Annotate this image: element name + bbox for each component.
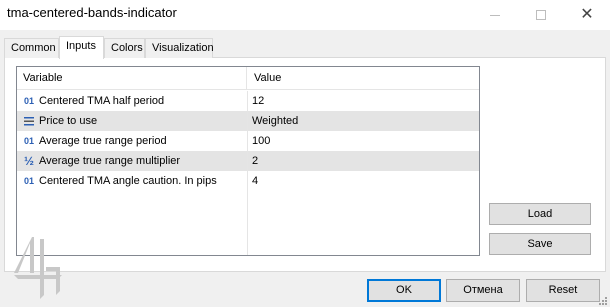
column-divider [247, 191, 248, 255]
variable-value[interactable]: 100 [252, 131, 477, 151]
variable-value[interactable]: 12 [252, 91, 477, 111]
window-title: tma-centered-bands-indicator [7, 5, 177, 20]
table-row[interactable]: 01 Centered TMA angle caution. In pips 4 [17, 171, 479, 191]
column-divider [247, 151, 248, 171]
title-bar: tma-centered-bands-indicator ✕ [0, 0, 610, 30]
load-button[interactable]: Load [489, 203, 591, 225]
tab-common[interactable]: Common [4, 38, 59, 58]
variable-value[interactable]: 2 [252, 151, 477, 171]
tab-colors[interactable]: Colors [104, 38, 145, 58]
column-divider [247, 131, 248, 151]
save-button[interactable]: Save [489, 233, 591, 255]
enum-icon [21, 111, 37, 131]
variable-name: Price to use [39, 115, 98, 127]
watermark-logo [14, 237, 62, 299]
column-divider [247, 91, 248, 111]
double-icon: ½ [23, 154, 34, 168]
tab-inputs[interactable]: Inputs [59, 36, 104, 59]
maximize-icon [536, 10, 546, 20]
table-header: Variable Value [17, 67, 479, 90]
variable-value[interactable]: Weighted [252, 111, 477, 131]
tab-visualization[interactable]: Visualization [145, 38, 214, 58]
column-header-value[interactable]: Value [248, 67, 479, 90]
column-divider [247, 171, 248, 191]
minimize-button[interactable] [472, 0, 518, 30]
variable-name: Centered TMA half period [39, 95, 165, 107]
column-divider [247, 111, 248, 131]
maximize-button[interactable] [518, 0, 564, 30]
table-row[interactable]: 01 Centered TMA half period 12 [17, 91, 479, 111]
cancel-button[interactable]: Отмена [446, 279, 520, 302]
integer-icon: 01 [23, 96, 34, 106]
close-icon: ✕ [580, 6, 594, 23]
ok-button[interactable]: OK [367, 279, 441, 302]
resize-grip-icon[interactable] [598, 296, 608, 306]
variable-name: Average true range multiplier [39, 155, 181, 167]
table-row[interactable]: Price to use Weighted [17, 111, 479, 131]
integer-icon: 01 [23, 176, 34, 186]
variable-name: Centered TMA angle caution. In pips [39, 175, 217, 187]
minimize-icon [490, 14, 500, 16]
inputs-table: Variable Value 01 Centered TMA half peri… [16, 66, 480, 256]
table-row[interactable]: ½ Average true range multiplier 2 [17, 151, 479, 171]
variable-name: Average true range period [39, 135, 167, 147]
integer-icon: 01 [23, 136, 34, 146]
variable-value[interactable]: 4 [252, 171, 477, 191]
reset-button[interactable]: Reset [526, 279, 600, 302]
column-header-variable[interactable]: Variable [17, 67, 247, 90]
close-button[interactable]: ✕ [564, 0, 610, 30]
table-row[interactable]: 01 Average true range period 100 [17, 131, 479, 151]
